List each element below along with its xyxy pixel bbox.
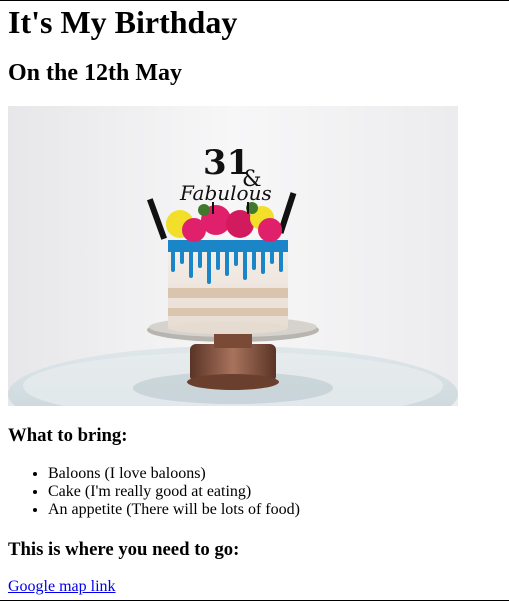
list-item: Baloons (I love baloons) <box>48 465 300 483</box>
page-title: It's My Birthday <box>8 4 238 40</box>
cake-topper-word: Fabulous <box>179 181 272 205</box>
list-item: Cake (I'm really good at eating) <box>48 483 300 501</box>
google-map-link[interactable]: Google map link <box>8 578 116 596</box>
location-heading: This is where you need to go: <box>8 539 240 560</box>
list-item: An appetite (There will be lots of food) <box>48 501 300 519</box>
birthday-cake-image: 31 & Fabulous <box>8 106 458 406</box>
top-border <box>0 0 509 1</box>
bring-list: Baloons (I love baloons) Cake (I'm reall… <box>8 465 300 519</box>
page-subtitle: On the 12th May <box>8 60 182 86</box>
what-to-bring-heading: What to bring: <box>8 425 128 446</box>
